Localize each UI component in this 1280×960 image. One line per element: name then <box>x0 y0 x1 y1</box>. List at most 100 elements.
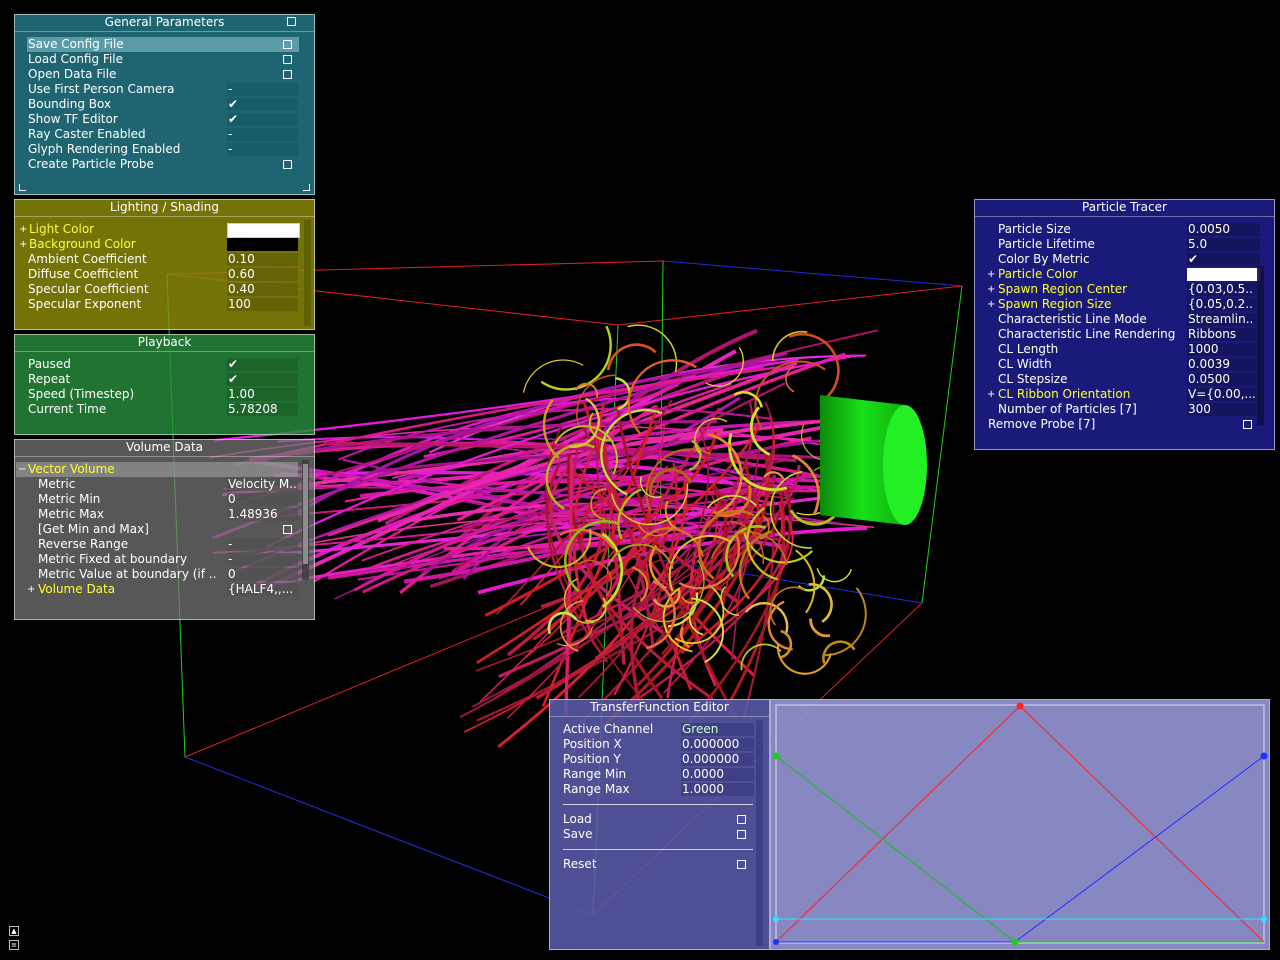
save-row[interactable]: Save <box>562 827 757 842</box>
general-item[interactable]: Use First Person Camera - <box>27 82 299 97</box>
get-min-max-row[interactable]: [Get Min and Max] <box>37 522 307 537</box>
alpha-control-point[interactable] <box>773 916 779 922</box>
general-item[interactable]: Save Config File <box>27 37 299 52</box>
checkbox-checked[interactable]: ✔ <box>227 98 298 111</box>
green-control-point[interactable] <box>1011 938 1019 946</box>
tracer-value[interactable]: {0.03,0.5.. <box>1187 283 1260 296</box>
range-max-row[interactable]: Range Max 1.0000 <box>562 782 757 797</box>
scrollbar[interactable] <box>304 220 311 326</box>
ambient-row[interactable]: Ambient Coefficient 0.10 <box>27 252 307 267</box>
current-time-row[interactable]: Current Time 5.78208 <box>27 402 307 417</box>
metric-max-value[interactable]: 1.48936 <box>227 508 298 521</box>
expand-icon[interactable]: + <box>19 222 27 237</box>
active-channel-row[interactable]: Active Channel Green <box>562 722 757 737</box>
metric-row[interactable]: Metric Velocity M.. <box>37 477 307 492</box>
tracer-row-center[interactable]: + Spawn Region Center {0.03,0.5.. <box>987 282 1265 297</box>
specular-row[interactable]: Specular Coefficient 0.40 <box>27 282 307 297</box>
collapse-icon[interactable]: − <box>18 462 26 477</box>
expand-icon[interactable]: + <box>987 282 995 297</box>
general-item[interactable]: Glyph Rendering Enabled - <box>27 142 299 157</box>
panel-title[interactable]: Lighting / Shading <box>15 200 314 217</box>
position-y-value[interactable]: 0.000000 <box>681 753 754 766</box>
active-channel-value[interactable]: Green <box>681 723 754 736</box>
range-min-value[interactable]: 0.0000 <box>681 768 754 781</box>
tracer-value[interactable]: 5.0 <box>1187 238 1260 251</box>
scrollbar[interactable] <box>1257 266 1264 426</box>
expand-icon[interactable]: + <box>987 387 995 402</box>
toggle-value[interactable]: - <box>227 83 298 96</box>
scrollbar-thumb[interactable] <box>303 464 308 564</box>
tracer-row-lifetime[interactable]: Particle Lifetime 5.0 <box>997 237 1265 252</box>
metric-fixed-row[interactable]: Metric Fixed at boundary - <box>37 552 307 567</box>
boundary-value-row[interactable]: Metric Value at boundary (if .. 0 <box>37 567 307 582</box>
general-item[interactable]: Load Config File <box>27 52 299 67</box>
general-item[interactable]: Ray Caster Enabled - <box>27 127 299 142</box>
tracer-row-size[interactable]: Particle Size 0.0050 <box>997 222 1265 237</box>
resize-corner-icon[interactable] <box>19 184 26 191</box>
panel-menu-icon[interactable]: ≡ <box>9 940 19 950</box>
metric-min-row[interactable]: Metric Min 0 <box>37 492 307 507</box>
light-color-swatch[interactable] <box>227 223 300 238</box>
expand-icon[interactable]: + <box>27 582 35 597</box>
current-time-value[interactable]: 5.78208 <box>227 403 298 416</box>
transfer-function-canvas[interactable] <box>770 699 1270 950</box>
particle-color-swatch[interactable] <box>1187 268 1260 281</box>
checkbox-checked[interactable]: ✔ <box>227 113 298 126</box>
diffuse-row[interactable]: Diffuse Coefficient 0.60 <box>27 267 307 282</box>
ambient-value[interactable]: 0.10 <box>227 253 298 266</box>
general-item[interactable]: Open Data File <box>27 67 299 82</box>
load-row[interactable]: Load <box>562 812 757 827</box>
scrollbar[interactable] <box>756 720 763 946</box>
tracer-row-clstep[interactable]: CL Stepsize 0.0500 <box>997 372 1265 387</box>
alpha-control-point[interactable] <box>1261 916 1267 922</box>
expand-panels-icon[interactable]: ▲ <box>9 926 19 936</box>
tracer-row-render[interactable]: Characteristic Line Rendering Ribbons <box>997 327 1265 342</box>
button-square-icon[interactable] <box>283 55 292 64</box>
range-max-value[interactable]: 1.0000 <box>681 783 754 796</box>
specular-value[interactable]: 0.40 <box>227 283 298 296</box>
button-square-icon[interactable] <box>283 70 292 79</box>
paused-checkbox[interactable]: ✔ <box>227 358 298 371</box>
repeat-row[interactable]: Repeat ✔ <box>27 372 307 387</box>
tracer-row-mode[interactable]: Characteristic Line Mode Streamlin.. <box>997 312 1265 327</box>
metric-max-row[interactable]: Metric Max 1.48936 <box>37 507 307 522</box>
metric-fixed-value[interactable]: - <box>227 553 298 566</box>
tracer-row-pcolor[interactable]: + Particle Color <box>987 267 1265 282</box>
panel-title[interactable]: General Parameters <box>15 15 314 32</box>
vector-volume-group[interactable]: − Vector Volume <box>16 462 298 477</box>
toggle-value[interactable]: - <box>227 128 298 141</box>
expand-icon[interactable]: + <box>19 237 27 252</box>
diffuse-value[interactable]: 0.60 <box>227 268 298 281</box>
exponent-value[interactable]: 100 <box>227 298 298 311</box>
reverse-range-row[interactable]: Reverse Range - <box>37 537 307 552</box>
metric-value[interactable]: Velocity M.. <box>227 478 298 491</box>
paused-row[interactable]: Paused ✔ <box>27 357 307 372</box>
tracer-row-rsize[interactable]: + Spawn Region Size {0.05,0.2.. <box>987 297 1265 312</box>
color-by-metric-checkbox[interactable]: ✔ <box>1187 253 1260 266</box>
repeat-checkbox[interactable]: ✔ <box>227 373 298 386</box>
tracer-value[interactable]: V={0.00,... <box>1187 388 1260 401</box>
panel-title[interactable]: TransferFunction Editor <box>550 700 769 717</box>
range-min-row[interactable]: Range Min 0.0000 <box>562 767 757 782</box>
boundary-value[interactable]: 0 <box>227 568 298 581</box>
volume-data-row[interactable]: + Volume Data {HALF4,,... <box>27 582 307 597</box>
position-x-value[interactable]: 0.000000 <box>681 738 754 751</box>
position-y-row[interactable]: Position Y 0.000000 <box>562 752 757 767</box>
tracer-value[interactable]: 0.0039 <box>1187 358 1260 371</box>
background-color-row[interactable]: + Background Color <box>17 237 307 252</box>
get-min-max-button[interactable] <box>283 525 292 534</box>
reset-button[interactable] <box>737 860 746 869</box>
blue-control-point[interactable] <box>1260 752 1268 760</box>
collapse-icon[interactable] <box>287 17 296 26</box>
scrollbar[interactable] <box>302 460 309 580</box>
reset-row[interactable]: Reset <box>562 857 757 872</box>
speed-row[interactable]: Speed (Timestep) 1.00 <box>27 387 307 402</box>
button-square-icon[interactable] <box>283 160 292 169</box>
tracer-value[interactable]: {0.05,0.2.. <box>1187 298 1260 311</box>
panel-title[interactable]: Particle Tracer <box>975 200 1274 217</box>
exponent-row[interactable]: Specular Exponent 100 <box>27 297 307 312</box>
red-control-point[interactable] <box>1016 702 1024 710</box>
general-item[interactable]: Bounding Box ✔ <box>27 97 299 112</box>
tracer-value[interactable]: Ribbons <box>1187 328 1260 341</box>
toggle-value[interactable]: - <box>227 143 298 156</box>
